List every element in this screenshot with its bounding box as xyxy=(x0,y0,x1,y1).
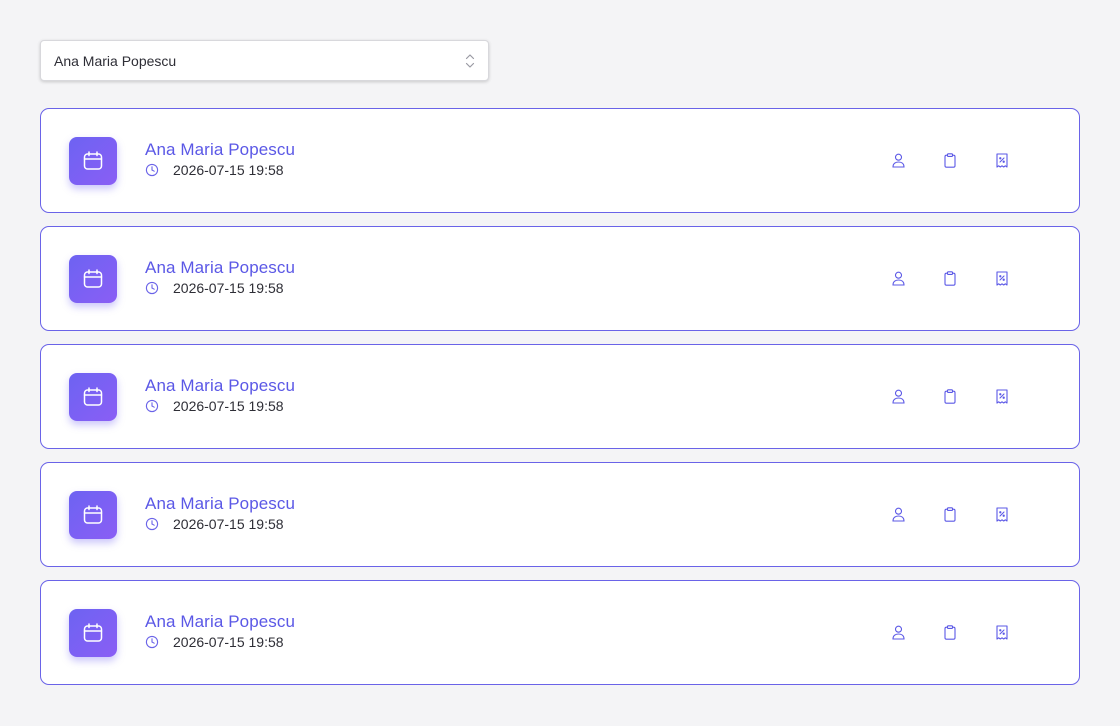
page: Ana Maria Popescu Ana Maria Popescu 2026… xyxy=(0,0,1120,726)
user-icon[interactable] xyxy=(891,153,905,169)
clipboard-icon[interactable] xyxy=(943,153,957,169)
clock-icon xyxy=(145,635,159,649)
chevron-up-down-icon xyxy=(464,52,476,70)
appointment-info: Ana Maria Popescu 2026-07-15 19:58 xyxy=(145,258,295,296)
appointment-name[interactable]: Ana Maria Popescu xyxy=(145,140,295,160)
clock-icon xyxy=(145,163,159,177)
user-icon[interactable] xyxy=(891,389,905,405)
appointment-card[interactable]: Ana Maria Popescu 2026-07-15 19:58 xyxy=(40,449,1080,567)
appointment-card[interactable]: Ana Maria Popescu 2026-07-15 19:58 xyxy=(40,331,1080,449)
clock-icon xyxy=(145,517,159,531)
appointment-info: Ana Maria Popescu 2026-07-15 19:58 xyxy=(145,140,295,178)
appointment-card[interactable]: Ana Maria Popescu 2026-07-15 19:58 xyxy=(40,108,1080,213)
card-actions xyxy=(891,227,1009,330)
card-actions xyxy=(891,581,1009,684)
time-row: 2026-07-15 19:58 xyxy=(145,634,295,650)
time-row: 2026-07-15 19:58 xyxy=(145,398,295,414)
clock-icon xyxy=(145,281,159,295)
appointment-name[interactable]: Ana Maria Popescu xyxy=(145,494,295,514)
appointment-info: Ana Maria Popescu 2026-07-15 19:58 xyxy=(145,612,295,650)
calendar-icon xyxy=(69,372,117,421)
user-icon[interactable] xyxy=(891,625,905,641)
receipt-icon[interactable] xyxy=(995,153,1009,169)
receipt-icon[interactable] xyxy=(995,389,1009,405)
appointment-list: Ana Maria Popescu 2026-07-15 19:58 Ana M… xyxy=(40,108,1080,685)
appointment-datetime: 2026-07-15 19:58 xyxy=(173,161,284,178)
appointment-name[interactable]: Ana Maria Popescu xyxy=(145,258,295,278)
appointment-name[interactable]: Ana Maria Popescu xyxy=(145,376,295,396)
time-row: 2026-07-15 19:58 xyxy=(145,162,295,178)
appointment-info: Ana Maria Popescu 2026-07-15 19:58 xyxy=(145,494,295,532)
receipt-icon[interactable] xyxy=(995,271,1009,287)
user-icon[interactable] xyxy=(891,271,905,287)
appointment-name[interactable]: Ana Maria Popescu xyxy=(145,612,295,632)
clock-icon xyxy=(145,399,159,413)
calendar-icon xyxy=(69,608,117,657)
appointment-datetime: 2026-07-15 19:58 xyxy=(173,397,284,414)
person-select[interactable]: Ana Maria Popescu xyxy=(40,40,489,81)
clipboard-icon[interactable] xyxy=(943,271,957,287)
card-actions xyxy=(891,463,1009,566)
appointment-info: Ana Maria Popescu 2026-07-15 19:58 xyxy=(145,376,295,414)
time-row: 2026-07-15 19:58 xyxy=(145,516,295,532)
user-icon[interactable] xyxy=(891,507,905,523)
calendar-icon xyxy=(69,490,117,539)
receipt-icon[interactable] xyxy=(995,625,1009,641)
appointment-datetime: 2026-07-15 19:58 xyxy=(173,279,284,296)
clipboard-icon[interactable] xyxy=(943,625,957,641)
clipboard-icon[interactable] xyxy=(943,389,957,405)
card-actions xyxy=(891,345,1009,448)
calendar-icon xyxy=(69,136,117,185)
time-row: 2026-07-15 19:58 xyxy=(145,280,295,296)
clipboard-icon[interactable] xyxy=(943,507,957,523)
appointment-datetime: 2026-07-15 19:58 xyxy=(173,515,284,532)
select-value: Ana Maria Popescu xyxy=(54,52,177,69)
appointment-datetime: 2026-07-15 19:58 xyxy=(173,633,284,650)
appointment-card[interactable]: Ana Maria Popescu 2026-07-15 19:58 xyxy=(40,567,1080,685)
receipt-icon[interactable] xyxy=(995,507,1009,523)
calendar-icon xyxy=(69,254,117,303)
appointment-card[interactable]: Ana Maria Popescu 2026-07-15 19:58 xyxy=(40,213,1080,331)
card-actions xyxy=(891,109,1009,212)
